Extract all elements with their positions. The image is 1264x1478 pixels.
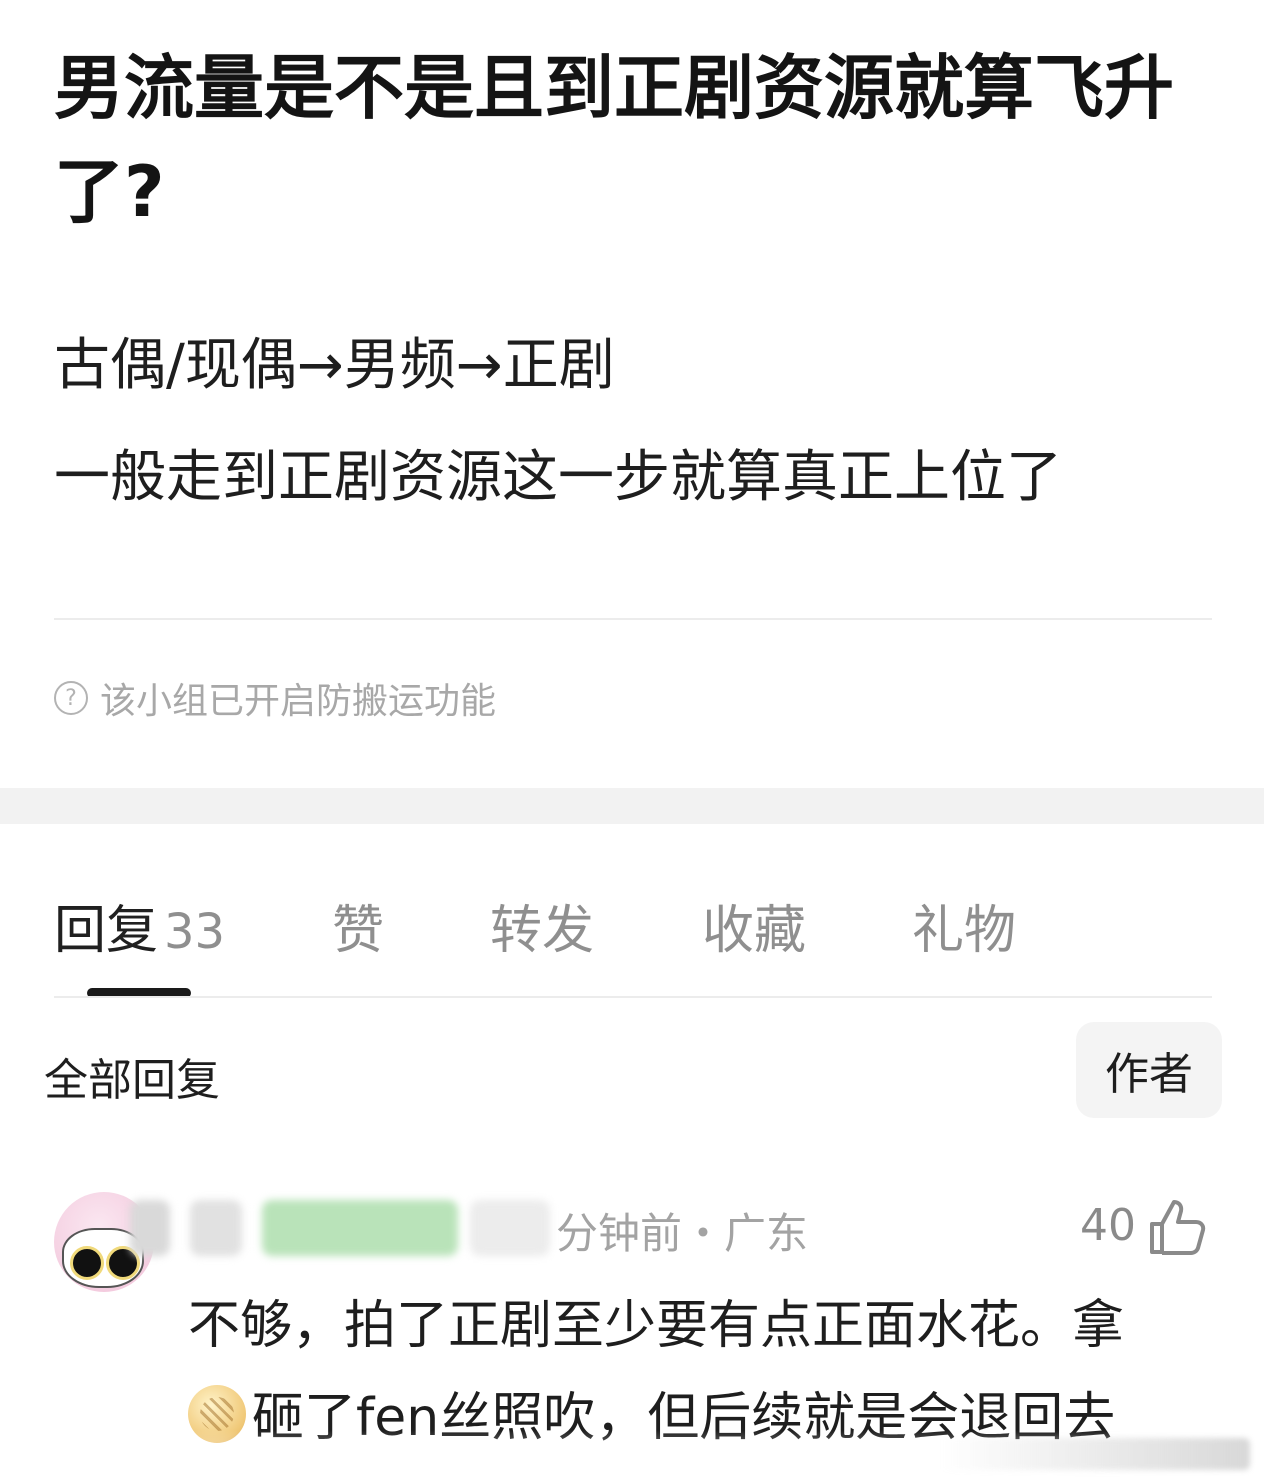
- username-blurred[interactable]: [262, 1200, 458, 1256]
- tab-bar: 回复 33 赞 转发 收藏 礼物: [0, 880, 1264, 970]
- watermark: [940, 1438, 1250, 1470]
- post-title: 男流量是不是且到正剧资源就算飞升了?: [54, 47, 1174, 233]
- notice-text: 该小组已开启防搬运功能: [100, 681, 497, 722]
- tab-likes[interactable]: 赞: [332, 888, 384, 963]
- post-body-line: 一般走到正剧资源这一步就算真正上位了: [54, 445, 1062, 510]
- username-blurred[interactable]: [470, 1200, 550, 1256]
- thumbs-up-icon[interactable]: [1146, 1196, 1208, 1258]
- tab-label: 回复: [54, 901, 159, 961]
- author-filter-button[interactable]: 作者: [1076, 1022, 1222, 1118]
- tab-gifts[interactable]: 礼物: [912, 888, 1016, 963]
- username-blurred[interactable]: [130, 1200, 170, 1256]
- anti-repost-notice[interactable]: ? 该小组已开启防搬运功能: [54, 672, 496, 724]
- tab-favorites[interactable]: 收藏: [702, 888, 806, 963]
- avatar-eye: [70, 1246, 104, 1280]
- divider: [54, 618, 1212, 620]
- username-blurred[interactable]: [190, 1200, 242, 1256]
- post-body-line: 古偶/现偶→男频→正剧: [54, 333, 615, 398]
- tab-replies[interactable]: 回复 33: [54, 888, 225, 963]
- divider: [54, 996, 1212, 998]
- reply-count: 33: [164, 904, 226, 960]
- section-separator: [0, 788, 1264, 824]
- comment-time-location: 分钟前・广东: [556, 1209, 809, 1258]
- all-replies-label[interactable]: 全部回复: [44, 1044, 220, 1108]
- comment-line: 不够，拍了正剧至少要有点正面水花。拿: [188, 1296, 1125, 1356]
- like-count: 40: [1080, 1200, 1136, 1251]
- tab-reposts[interactable]: 转发: [490, 888, 594, 963]
- question-icon[interactable]: ?: [54, 681, 88, 715]
